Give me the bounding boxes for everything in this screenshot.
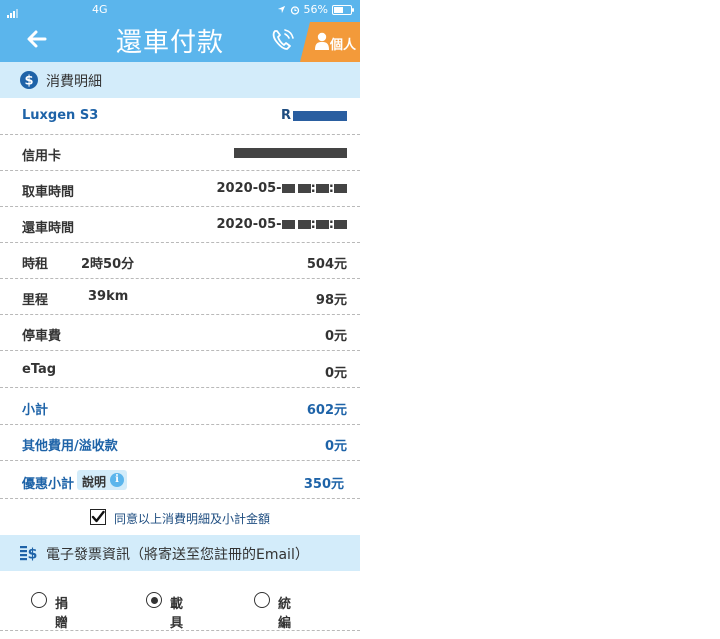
- dollar-icon: $: [20, 71, 38, 89]
- phone-call-icon[interactable]: [270, 27, 296, 53]
- mileage-amount: 98元: [315, 293, 347, 308]
- section-detail-title: 消費明細: [46, 74, 102, 90]
- invoice-icon: $: [20, 546, 38, 562]
- etag-label: eTag: [22, 362, 57, 377]
- header-bar: 4G 56% 還車付款 個人: [0, 0, 360, 62]
- location-icon: [277, 5, 285, 14]
- radio-circle-selected[interactable]: [146, 592, 162, 608]
- explain-button[interactable]: 說明 i: [77, 470, 127, 490]
- etag-amount: 0元: [324, 366, 347, 381]
- radio-circle[interactable]: [254, 592, 270, 608]
- user-icon: [315, 32, 329, 50]
- other-fees-amount: 0元: [324, 439, 347, 454]
- info-icon: i: [110, 473, 124, 487]
- battery-percent: 56%: [303, 3, 328, 16]
- svg-text:$: $: [28, 547, 38, 562]
- section-invoice-header: $ 電子發票資訊（將寄送至您註冊的Email）: [0, 535, 360, 571]
- hourly-rent-label: 時租: [22, 257, 49, 272]
- redacted-time: [334, 220, 347, 229]
- page-title: 還車付款: [115, 28, 224, 58]
- redacted-plate: [293, 110, 347, 121]
- agree-text: 同意以上消費明細及小計金額: [114, 512, 271, 526]
- section-detail-header: $ 消費明細: [0, 62, 360, 98]
- redacted-time: [315, 220, 329, 229]
- credit-card-label: 信用卡: [22, 149, 62, 164]
- explain-label: 說明: [82, 475, 107, 489]
- row-etag: eTag 0元: [0, 352, 360, 388]
- subtotal-label: 小計: [22, 403, 49, 418]
- checkmark-icon: [91, 510, 105, 523]
- redacted-time: [281, 220, 295, 229]
- mileage-label: 里程: [22, 293, 49, 308]
- row-pickup-time: 取車時間 2020-05-::: [0, 171, 360, 207]
- row-credit-card: 信用卡: [0, 135, 360, 171]
- invoice-option-label: 捐贈: [55, 597, 69, 631]
- carrier-label: 4G: [92, 3, 108, 16]
- redacted-time: [297, 184, 311, 193]
- rent-amount: 504元: [306, 257, 347, 272]
- radio-dot: [151, 597, 158, 604]
- row-subtotal: 小計 602元: [0, 389, 360, 425]
- row-return-time: 還車時間 2020-05-::: [0, 207, 360, 243]
- status-right: 56%: [277, 3, 354, 16]
- redacted-card: [234, 147, 347, 158]
- pickup-time-label: 取車時間: [22, 185, 75, 200]
- pickup-time-value: 2020-05-::: [217, 181, 347, 196]
- radio-circle[interactable]: [31, 592, 47, 608]
- redacted-time: [315, 184, 329, 193]
- battery-icon: [332, 4, 354, 15]
- row-car: Luxgen S3 R: [0, 98, 360, 135]
- agree-checkbox-row[interactable]: 同意以上消費明細及小計金額: [90, 508, 330, 528]
- rent-duration: 2時50分: [81, 257, 135, 272]
- row-hourly-rent: 時租 2時50分 504元: [0, 243, 360, 279]
- row-mileage: 里程 39km 98元: [0, 279, 360, 315]
- mileage-distance: 39km: [88, 289, 129, 304]
- redacted-time: [334, 184, 347, 193]
- alarm-icon: [290, 5, 299, 15]
- row-parking-fee: 停車費 0元: [0, 315, 360, 351]
- phone-screen: 4G 56% 還車付款 個人 $ 消費明細 Luxgen S3 R 信用卡 取車…: [0, 0, 360, 639]
- discount-amount: 350元: [303, 477, 344, 492]
- subtotal-amount: 602元: [306, 403, 347, 418]
- invoice-option-label: 統編: [278, 597, 292, 631]
- section-invoice-title: 電子發票資訊（將寄送至您註冊的Email）: [46, 547, 309, 563]
- signal-icon: [7, 5, 19, 18]
- return-time-value: 2020-05-::: [217, 217, 347, 232]
- row-discount: 優惠小計 說明 i 350元: [0, 461, 360, 499]
- personal-button[interactable]: 個人: [300, 22, 360, 62]
- redacted-time: [281, 184, 295, 193]
- return-time-label: 還車時間: [22, 221, 75, 236]
- divider: [0, 630, 360, 631]
- svg-text:$: $: [24, 74, 33, 89]
- personal-label: 個人: [330, 38, 357, 53]
- discount-label: 優惠小計: [22, 477, 75, 492]
- car-plate-value: R: [281, 108, 347, 123]
- back-arrow-icon[interactable]: [26, 28, 48, 50]
- credit-card-value: [234, 145, 347, 160]
- row-other-fees: 其他費用/溢收款 0元: [0, 425, 360, 461]
- other-fees-label: 其他費用/溢收款: [22, 439, 118, 454]
- invoice-option-label: 載具: [170, 597, 184, 631]
- car-model-label: Luxgen S3: [22, 108, 99, 123]
- parking-fee-amount: 0元: [324, 329, 347, 344]
- parking-fee-label: 停車費: [22, 329, 62, 344]
- redacted-time: [297, 220, 311, 229]
- status-bar: 4G 56%: [0, 0, 360, 20]
- agree-checkbox[interactable]: [90, 509, 106, 525]
